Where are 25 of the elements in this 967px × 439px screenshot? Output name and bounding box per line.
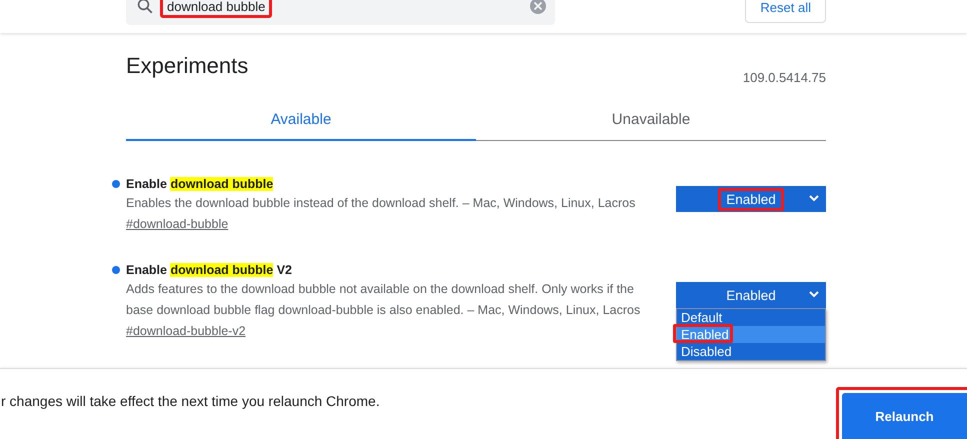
flag-description: Adds features to the download bubble not available on the download shelf. Only works if the base download bubble flag download-bubble is also enabled. – Mac, Windows, Linux, Lacros xyxy=(126,281,642,319)
flag-description: Enables the download bubble instead of the download shelf. – Mac, Windows, Linux, Lacros xyxy=(126,195,636,212)
search-icon xyxy=(136,0,154,15)
flag-link[interactable]: #download-bubble xyxy=(126,214,228,235)
reset-all-button[interactable]: Reset all xyxy=(745,0,826,23)
version-text: 109.0.5414.75 xyxy=(742,70,826,85)
clear-icon[interactable] xyxy=(529,0,547,15)
search-field[interactable]: download bubble xyxy=(126,0,555,25)
status-dot xyxy=(112,266,120,274)
status-dot xyxy=(112,180,120,188)
tab[interactable]: Available xyxy=(126,99,476,141)
flag-title: Enable download bubble xyxy=(126,177,274,191)
page-title: Experiments xyxy=(126,53,248,79)
dropdown-option[interactable]: Disabled xyxy=(677,343,825,360)
flag-title: Enable download bubble V2 xyxy=(126,263,292,277)
flag-link[interactable]: #download-bubble-v2 xyxy=(126,321,246,342)
state-dropdown[interactable]: Enabled xyxy=(676,186,826,212)
state-dropdown[interactable]: Enabled xyxy=(676,282,826,308)
dropdown-option[interactable]: Default xyxy=(677,309,825,326)
tab[interactable]: Unavailable xyxy=(476,99,826,141)
relaunch-button[interactable]: Relaunch xyxy=(842,393,967,439)
search-query: download bubble xyxy=(160,0,272,18)
chevron-down-icon xyxy=(809,291,819,298)
chevron-down-icon xyxy=(809,195,819,202)
relaunch-message: r changes will take effect the next time you relaunch Chrome. xyxy=(1,393,380,409)
